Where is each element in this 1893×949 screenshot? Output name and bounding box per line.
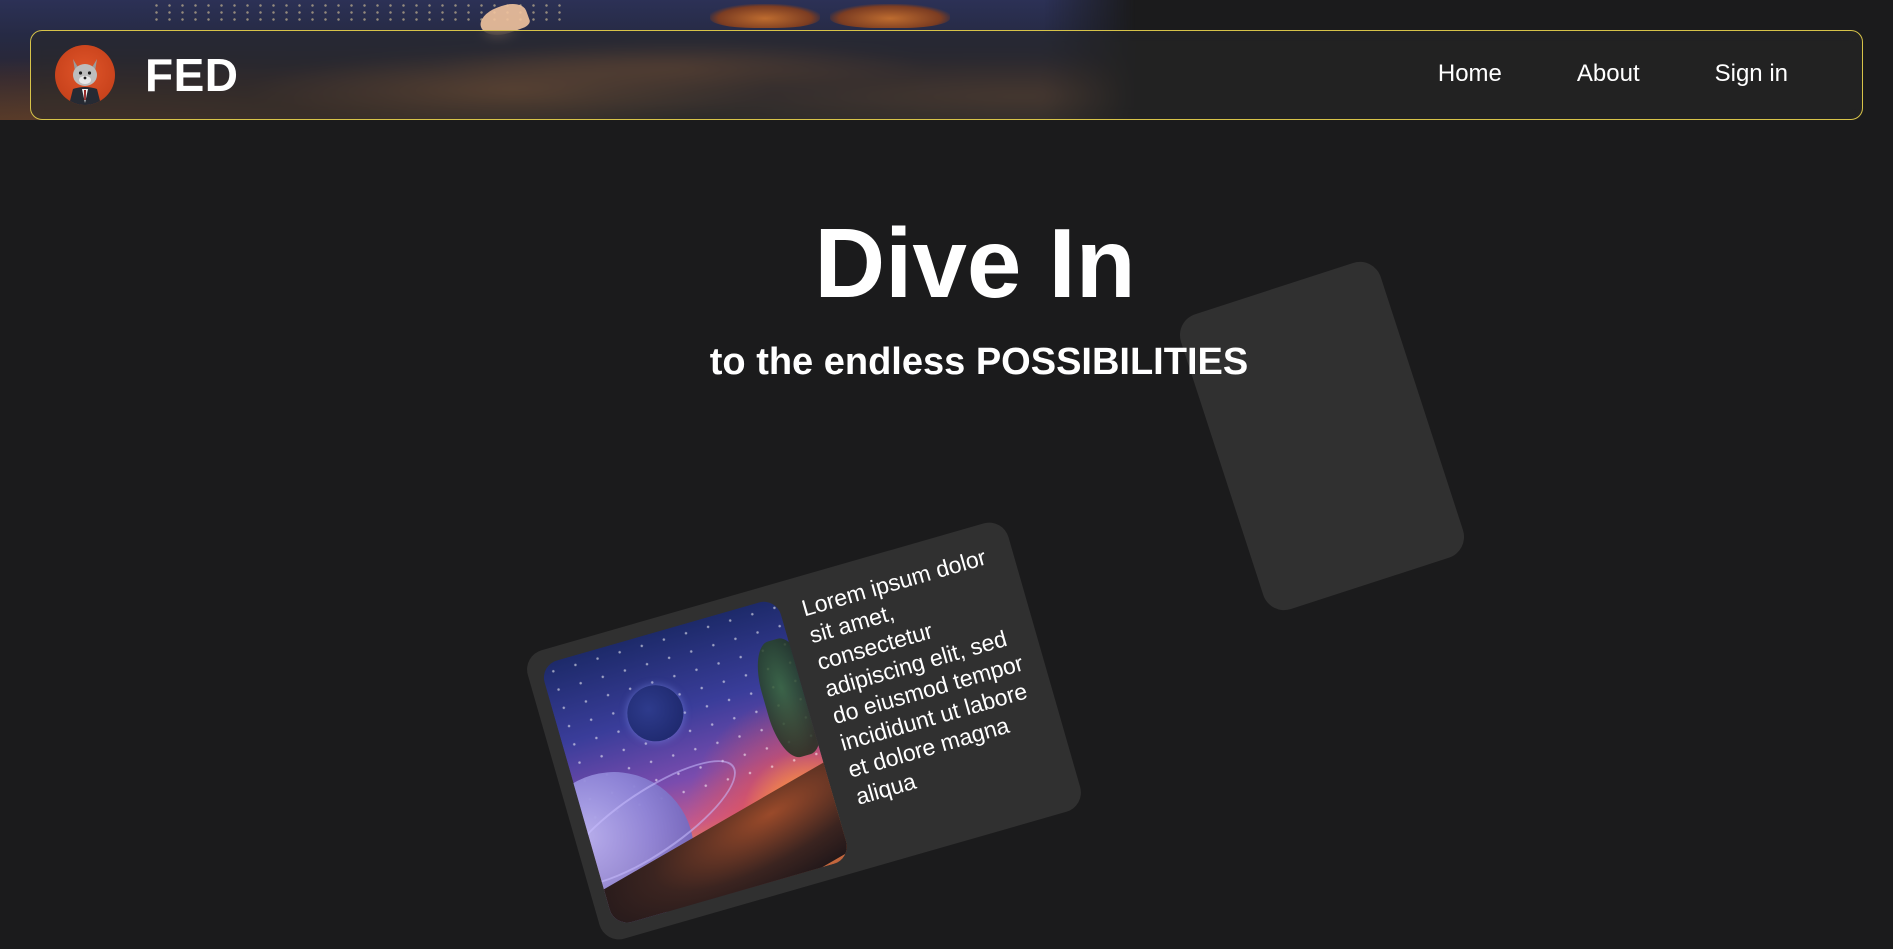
bush-decoration xyxy=(830,4,950,28)
feature-card[interactable]: Lorem ipsum dolor sit amet, consectetur … xyxy=(522,517,1086,945)
wolf-avatar-icon[interactable] xyxy=(55,45,115,105)
nav-about-link[interactable]: About xyxy=(1577,59,1640,89)
feature-card-text: Lorem ipsum dolor sit amet, consectetur … xyxy=(798,543,1031,810)
brand-name[interactable]: FED xyxy=(145,49,239,101)
nav-home-link[interactable]: Home xyxy=(1438,59,1502,89)
navbar: FED Home About Sign in xyxy=(30,30,1863,120)
page: FED Home About Sign in Dive In to the en… xyxy=(0,0,1893,949)
space-landscape-image xyxy=(539,597,852,927)
hero-subtitle: to the endless POSSIBILITIES xyxy=(709,341,1249,383)
wolf-avatar-icon-graphic xyxy=(69,59,101,105)
bush-decoration xyxy=(710,4,820,28)
hero-title: Dive In xyxy=(814,208,1136,318)
nav-links: Home About Sign in xyxy=(1438,59,1788,89)
nav-sign-in-link[interactable]: Sign in xyxy=(1715,59,1788,89)
